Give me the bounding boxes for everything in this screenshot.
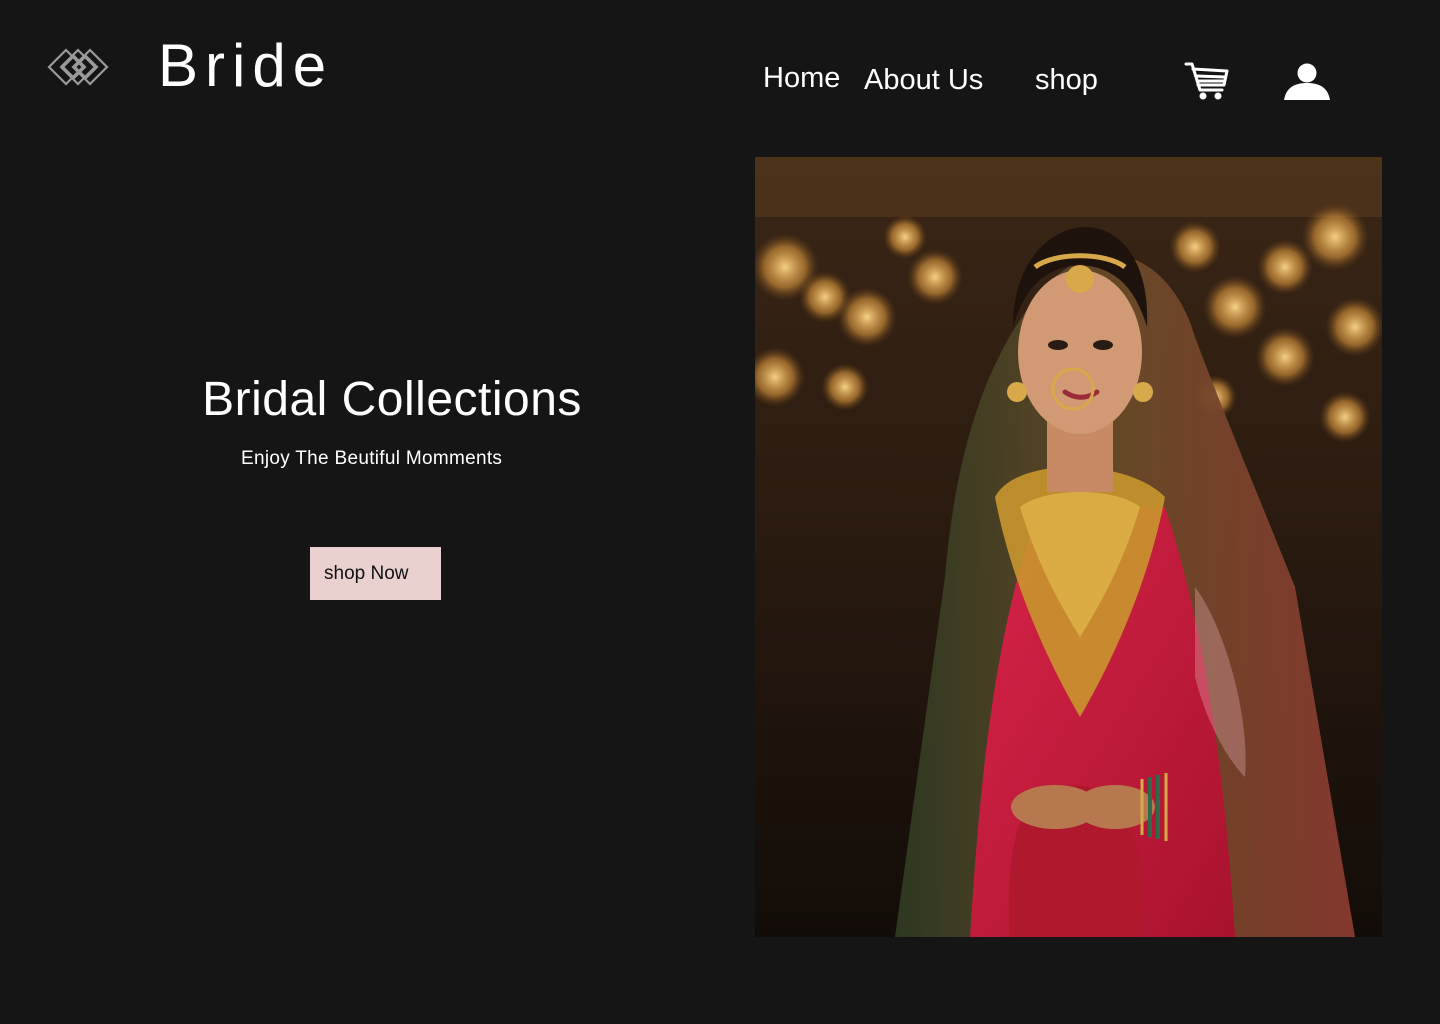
shopping-cart-icon[interactable]: [1184, 60, 1230, 102]
hero-title: Bridal Collections: [202, 373, 582, 426]
nav-link-home[interactable]: Home: [763, 58, 840, 98]
bride-portrait-illustration: [755, 157, 1382, 937]
user-profile-icon[interactable]: [1282, 62, 1332, 102]
nav-link-shop[interactable]: shop: [1035, 60, 1098, 100]
landing-page: Bride Home About Us shop Bridal Collecti…: [0, 0, 1440, 1024]
shop-now-button[interactable]: shop Now: [310, 547, 441, 600]
nav-link-about-us[interactable]: About Us: [864, 60, 983, 100]
bride-portrait-image: [755, 157, 1382, 937]
hero-subtitle: Enjoy The Beutiful Momments: [241, 448, 503, 469]
